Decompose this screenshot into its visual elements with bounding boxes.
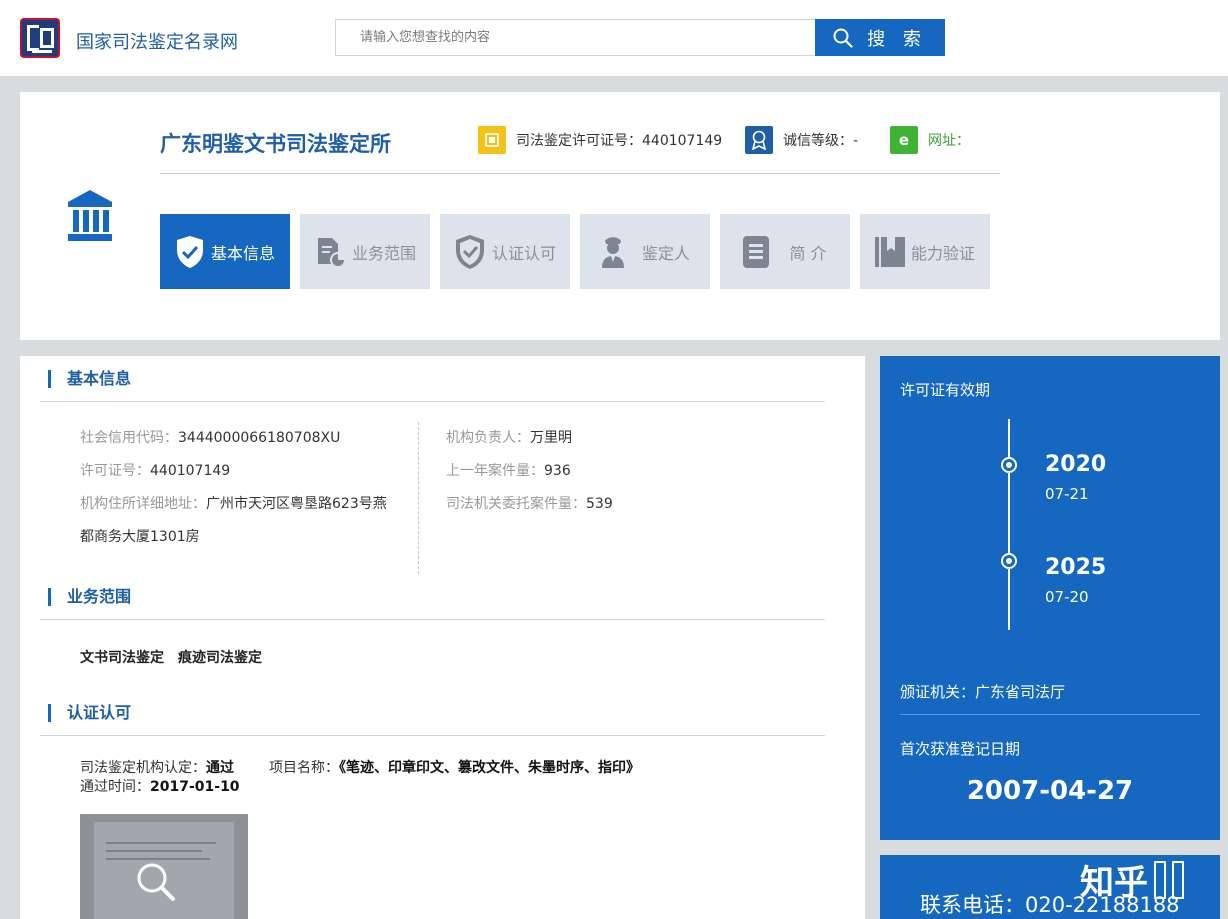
first-registration-date: 2007-04-27 (966, 776, 1134, 806)
address-label: 机构住所详细地址： (80, 496, 206, 512)
list-document-icon (743, 235, 770, 268)
last-year-cases-value: 936 (544, 463, 571, 479)
timeline-dot-start (1001, 457, 1017, 473)
scope-item: 文书司法鉴定 (80, 650, 164, 666)
license-number: 司法鉴定许可证号：440107149 (478, 125, 722, 155)
tab-basic-info[interactable]: 基本信息 (160, 214, 290, 289)
search-icon (833, 28, 853, 48)
magnifier-icon (137, 863, 175, 901)
pass-time-label: 通过时间： (80, 779, 150, 795)
license-number-text: 司法鉴定许可证号：440107149 (516, 133, 723, 149)
main-panel: 基本信息 社会信用代码：3444000066180708XU 许可证号：4401… (20, 356, 865, 919)
section-divider (40, 401, 825, 402)
tab-appraisers[interactable]: 鉴定人 (580, 214, 710, 289)
tab-bar: 基本信息 业务范围 认证认可 鉴定人 简 介 能力验证 (160, 214, 1000, 289)
license-label: 许可证号： (80, 463, 150, 479)
address-field-continued: 都商务大厦1301房 (80, 527, 200, 547)
leader-field: 机构负责人：万里明 (446, 428, 572, 448)
validity-timeline (1008, 419, 1010, 630)
pass-time-value: 2017-01-10 (150, 779, 240, 795)
credit-level: 诚信等级：- (745, 125, 858, 155)
tab-label: 业务范围 (351, 243, 416, 263)
last-year-cases-label: 上一年案件量： (446, 463, 544, 479)
license-icon (478, 126, 506, 154)
website[interactable]: e 网址： (890, 125, 970, 155)
section-title-business-scope: 业务范围 (48, 588, 131, 606)
search-button[interactable]: 搜 索 (815, 19, 945, 56)
project-label: 项目名称： (269, 760, 339, 776)
document-chart-icon (314, 236, 346, 268)
section-title-basic-info: 基本信息 (48, 370, 131, 388)
shield-check-icon (454, 234, 486, 270)
first-registration-label: 首次获准登记日期 (900, 740, 1021, 758)
judicial-cases-label: 司法机关委托案件量： (446, 496, 586, 512)
shield-check-icon (175, 235, 205, 269)
org-cert-status: 司法鉴定机构认定：通过 (80, 757, 234, 777)
end-year: 2025 (1045, 555, 1107, 580)
building-icon (68, 190, 112, 241)
credit-code-value: 3444000066180708XU (178, 430, 341, 446)
tab-label: 鉴定人 (641, 243, 690, 263)
judicial-cases-value: 539 (586, 496, 613, 512)
last-year-cases-field: 上一年案件量：936 (446, 461, 571, 481)
search-input[interactable] (336, 20, 815, 55)
tab-label: 能力验证 (910, 243, 975, 263)
section-title-accreditation: 认证认可 (48, 704, 131, 722)
project-value: 《笔迹、印章印文、篡改文件、朱墨时序、指印》 (339, 760, 640, 776)
project-name: 项目名称：《笔迹、印章印文、篡改文件、朱墨时序、指印》 (269, 757, 640, 777)
browser-icon: e (890, 126, 918, 154)
tab-business-scope[interactable]: 业务范围 (300, 214, 430, 289)
start-year: 2020 (1045, 452, 1107, 477)
org-cert-value: 通过 (206, 760, 234, 776)
header-divider (160, 173, 1000, 174)
license-field: 许可证号：440107149 (80, 461, 230, 481)
validity-title: 许可证有效期 (900, 381, 991, 399)
search-button-label: 搜 索 (867, 28, 927, 50)
timeline-dot-end (1001, 553, 1017, 569)
start-date: 07-21 (1045, 485, 1089, 503)
address-value-continued: 都商务大厦1301房 (80, 529, 200, 545)
pass-time: 通过时间：2017-01-10 (80, 776, 240, 796)
tab-label: 基本信息 (210, 243, 275, 263)
leader-value: 万里明 (530, 430, 572, 446)
certificate-thumbnail[interactable] (80, 814, 248, 919)
address-value: 广州市天河区粤垦路623号燕 (206, 496, 387, 512)
site-logo[interactable] (20, 18, 60, 58)
site-title[interactable]: 国家司法鉴定名录网 (76, 28, 238, 54)
credit-code-field: 社会信用代码：3444000066180708XU (80, 428, 340, 448)
org-name: 广东明鉴文书司法鉴定所 (160, 132, 391, 156)
tab-introduction[interactable]: 简 介 (720, 214, 850, 289)
contact-panel: 知乎 联系电话：020-22188188 (880, 855, 1220, 919)
credit-level-text: 诚信等级：- (783, 133, 859, 149)
section-divider (40, 619, 825, 620)
judicial-cases-field: 司法机关委托案件量：539 (446, 494, 613, 514)
top-bar: 国家司法鉴定名录网 搜 索 (0, 0, 1228, 76)
tab-label: 简 介 (789, 243, 827, 263)
search-box (335, 19, 816, 56)
org-cert-label: 司法鉴定机构认定： (80, 760, 206, 776)
address-field: 机构住所详细地址：广州市天河区粤垦路623号燕 (80, 494, 387, 514)
section-divider (40, 735, 825, 736)
contact-phone: 联系电话：020-22188188 (920, 893, 1180, 917)
end-date: 07-20 (1045, 588, 1089, 606)
tab-accreditation[interactable]: 认证认可 (440, 214, 570, 289)
svg-text:e: e (899, 131, 909, 149)
issuing-authority: 颁证机关：广东省司法厅 (900, 683, 1066, 701)
license-value: 440107149 (150, 463, 231, 479)
license-validity-panel: 许可证有效期 2020 07-21 2025 07-20 颁证机关：广东省司法厅… (880, 356, 1220, 840)
side-divider (900, 714, 1200, 715)
tab-label: 认证认可 (491, 243, 556, 263)
website-label: 网址： (928, 133, 970, 149)
officer-icon (600, 235, 626, 269)
credit-code-label: 社会信用代码： (80, 430, 178, 446)
column-divider (418, 422, 419, 574)
medal-icon (745, 126, 773, 154)
tab-proficiency-test[interactable]: 能力验证 (860, 214, 990, 289)
scope-list: 文书司法鉴定 痕迹司法鉴定 (80, 647, 276, 667)
scope-item: 痕迹司法鉴定 (178, 650, 262, 666)
org-header-card: 广东明鉴文书司法鉴定所 司法鉴定许可证号：440107149 诚信等级：- e … (20, 92, 1220, 340)
leader-label: 机构负责人： (446, 430, 530, 446)
book-icon (874, 236, 905, 267)
